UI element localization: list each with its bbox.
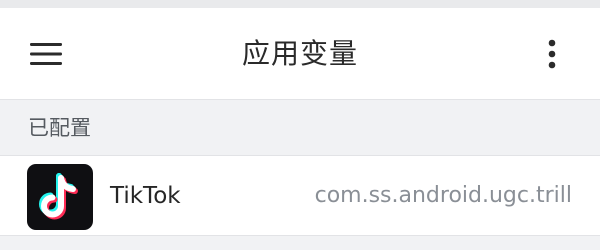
status-strip	[0, 0, 600, 8]
app-bar: 应用变量	[0, 8, 600, 100]
more-vertical-icon	[548, 39, 556, 69]
app-package-name: com.ss.android.ugc.trill	[314, 183, 572, 208]
overflow-menu-button[interactable]	[532, 34, 572, 74]
section-label: 已配置	[28, 116, 91, 140]
app-name: TikTok	[110, 183, 181, 209]
page-title: 应用变量	[241, 37, 358, 70]
list-footer-strip	[0, 236, 600, 250]
tiktok-logo-icon	[27, 164, 93, 230]
app-list-item[interactable]: TikTok com.ss.android.ugc.trill	[0, 156, 600, 236]
section-header: 已配置	[0, 100, 600, 156]
